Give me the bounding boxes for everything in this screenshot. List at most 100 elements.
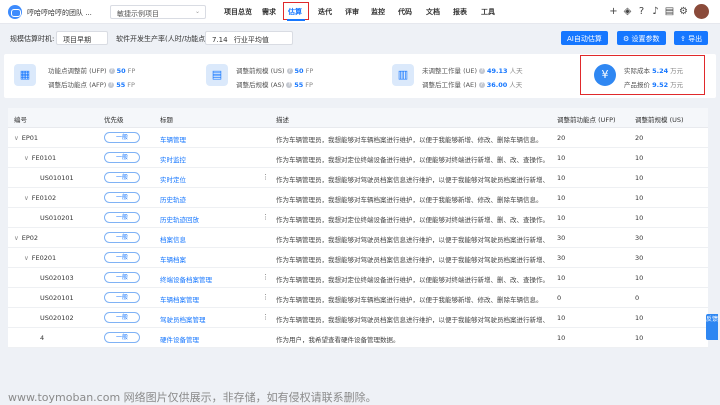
- table-row[interactable]: US020102 一般 驾驶员档案管理 ⋮ 作为车辆管理员，我想能够对驾驶员档案信息进行…: [8, 308, 708, 328]
- row-id-text: US010201: [40, 214, 74, 222]
- table-row[interactable]: US020103 一般 终端设备档案管理 ⋮ 作为车辆管理员，我想对定位终端设备进行维护…: [8, 268, 708, 288]
- more-options-icon[interactable]: ⋮: [262, 173, 269, 181]
- table-row[interactable]: ∨ FE0101 一般 实时监控 作为车辆管理员，我想对定位终端设备进行维护，以便能够对…: [8, 148, 708, 168]
- timing-select-value: 项目早期: [63, 36, 91, 44]
- priority-badge[interactable]: 一般: [104, 132, 140, 143]
- priority-badge[interactable]: 一般: [104, 152, 140, 163]
- expand-caret-icon[interactable]: ∨: [14, 234, 19, 242]
- row-us: 10: [635, 314, 644, 322]
- row-description: 作为车辆管理员，我想能够对车辆档案进行维护，以便于我能够新增、修改、删除车辆信息…: [276, 296, 543, 304]
- row-id: ∨ FE0201: [24, 254, 56, 262]
- as-stat: 调整后规模 (AS)? 55 FP: [236, 79, 313, 89]
- notebook-icon[interactable]: ▤: [664, 6, 675, 17]
- info-icon[interactable]: ?: [108, 68, 115, 74]
- export-button[interactable]: ⇪ 导出: [674, 31, 709, 45]
- priority-badge[interactable]: 一般: [104, 332, 140, 343]
- tab-reports[interactable]: 报表: [453, 7, 467, 17]
- info-icon[interactable]: ?: [286, 82, 293, 88]
- tab-code[interactable]: 代码: [398, 7, 412, 17]
- row-title-link[interactable]: 硬件设备管理: [160, 334, 199, 344]
- row-id-text: 4: [40, 334, 45, 342]
- table-row[interactable]: ∨ FE0201 一般 车辆档案 作为车辆管理员，我想能够对驾驶员档案信息进行维护，以便…: [8, 248, 708, 268]
- priority-badge[interactable]: 一般: [104, 212, 140, 223]
- table-row[interactable]: ∨ EP02 一般 档案信息 作为车辆管理员，我想能够对驾驶员档案信息进行维护，以便于我…: [8, 228, 708, 248]
- info-icon[interactable]: ?: [286, 68, 293, 74]
- row-description: 作为车辆管理员，我想能够对驾驶员档案信息进行维护，以便于我能够对驾驶员档案进行新…: [276, 256, 548, 264]
- row-us: 10: [635, 194, 644, 202]
- tab-review[interactable]: 评审: [345, 7, 359, 17]
- feedback-tab[interactable]: 反馈: [706, 314, 718, 340]
- row-id-text: FE0102: [31, 194, 57, 202]
- ufp-stat: 功能点调整前 (UFP)? 50 FP: [48, 65, 135, 75]
- rate-select[interactable]: 7.14 行业平均值: [205, 31, 293, 45]
- bell-icon[interactable]: ♪: [650, 6, 661, 17]
- row-title-link[interactable]: 终端设备档案管理: [160, 274, 212, 284]
- project-select[interactable]: 敏捷示例项目 ⌄: [110, 5, 206, 19]
- row-title-link[interactable]: 历史轨迹回放: [160, 214, 199, 224]
- plus-icon[interactable]: +: [608, 6, 619, 17]
- settings-params-button[interactable]: ⚙ 设置参数: [617, 31, 666, 45]
- row-ufp: 10: [557, 314, 566, 322]
- more-options-icon[interactable]: ⋮: [262, 293, 269, 301]
- project-select-value: 敏捷示例项目: [117, 10, 159, 18]
- table-row[interactable]: US020101 一般 车辆档案管理 ⋮ 作为车辆管理员，我想能够对车辆档案进行维护，以…: [8, 288, 708, 308]
- priority-badge[interactable]: 一般: [104, 192, 140, 203]
- priority-badge[interactable]: 一般: [104, 292, 140, 303]
- afp-value: 55: [116, 81, 126, 89]
- more-options-icon[interactable]: ⋮: [262, 313, 269, 321]
- scale-icon: ▤: [206, 64, 228, 86]
- row-description: 作为车辆管理员，我想能够对驾驶员档案信息进行维护，以便于我能够对驾驶员档案进行新…: [276, 316, 548, 324]
- priority-badge[interactable]: 一般: [104, 312, 140, 323]
- info-icon[interactable]: ?: [478, 82, 485, 88]
- table-row[interactable]: 4 一般 硬件设备管理 作为用户，我希望查看硬件设备管理数据。 10 10: [8, 328, 708, 348]
- priority-badge[interactable]: 一般: [104, 272, 140, 283]
- filter-bar: 规模估算时机: 项目早期 软件开发生产率(人时/功能点): 7.14 行业平均值…: [0, 28, 720, 48]
- tab-requirements[interactable]: 需求: [262, 7, 276, 17]
- table-row[interactable]: US010101 一般 实时定位 ⋮ 作为车辆管理员，我想能够对驾驶员档案信息进行维护，…: [8, 168, 708, 188]
- tab-monitor[interactable]: 监控: [371, 7, 385, 17]
- header-title: 标题: [160, 116, 173, 124]
- settings-icon[interactable]: ⚙: [678, 6, 689, 17]
- tab-iteration[interactable]: 迭代: [318, 7, 332, 17]
- row-title-link[interactable]: 车辆档案: [160, 254, 186, 264]
- avatar[interactable]: [694, 4, 709, 19]
- more-options-icon[interactable]: ⋮: [262, 273, 269, 281]
- table-row[interactable]: ∨ FE0102 一般 历史轨迹 作为车辆管理员，我想能够对车辆档案进行维护，以便于我能…: [8, 188, 708, 208]
- app-logo-icon: [8, 5, 22, 19]
- tab-overview[interactable]: 项目总览: [224, 7, 252, 17]
- more-options-icon[interactable]: ⋮: [262, 213, 269, 221]
- row-description: 作为用户，我希望查看硬件设备管理数据。: [276, 336, 400, 344]
- row-title-link[interactable]: 驾驶员档案管理: [160, 314, 206, 324]
- tab-tools[interactable]: 工具: [481, 7, 495, 17]
- layers-icon[interactable]: ◈: [622, 6, 633, 17]
- expand-caret-icon[interactable]: ∨: [14, 134, 19, 142]
- expand-caret-icon[interactable]: ∨: [24, 154, 29, 162]
- row-title-link[interactable]: 实时定位: [160, 174, 186, 184]
- row-title-link[interactable]: 实时监控: [160, 154, 186, 164]
- row-id: ∨ EP02: [14, 234, 38, 242]
- info-icon[interactable]: ?: [479, 68, 486, 74]
- us-label: 调整前规模 (US): [236, 67, 285, 75]
- expand-caret-icon[interactable]: ∨: [24, 194, 29, 202]
- header-us: 调整前规模 (US): [635, 116, 684, 124]
- header-desc: 描述: [276, 116, 289, 124]
- row-title-link[interactable]: 历史轨迹: [160, 194, 186, 204]
- help-icon[interactable]: ?: [636, 6, 647, 17]
- us-value: 50: [294, 67, 304, 75]
- expand-caret-icon[interactable]: ∨: [24, 254, 29, 262]
- priority-badge[interactable]: 一般: [104, 252, 140, 263]
- team-name[interactable]: 哼哈哼哈哼的团队 ...: [27, 8, 92, 18]
- export-label: 导出: [688, 35, 703, 43]
- row-title-link[interactable]: 车辆档案管理: [160, 294, 199, 304]
- table-row[interactable]: US010201 一般 历史轨迹回放 ⋮ 作为车辆管理员，我想对定位终端设备进行维护，以…: [8, 208, 708, 228]
- ai-estimate-button[interactable]: AI自动估算: [561, 31, 608, 45]
- priority-badge[interactable]: 一般: [104, 232, 140, 243]
- row-title-link[interactable]: 档案信息: [160, 234, 186, 244]
- timing-select[interactable]: 项目早期: [56, 31, 108, 45]
- tab-docs[interactable]: 文档: [426, 7, 440, 17]
- info-icon[interactable]: ?: [108, 82, 115, 88]
- row-id-text: US010101: [40, 174, 74, 182]
- table-row[interactable]: ∨ EP01 一般 车辆管理 作为车辆管理员，我想能够对车辆档案进行维护，以便于我能够新…: [8, 128, 708, 148]
- row-title-link[interactable]: 车辆管理: [160, 134, 186, 144]
- priority-badge[interactable]: 一般: [104, 172, 140, 183]
